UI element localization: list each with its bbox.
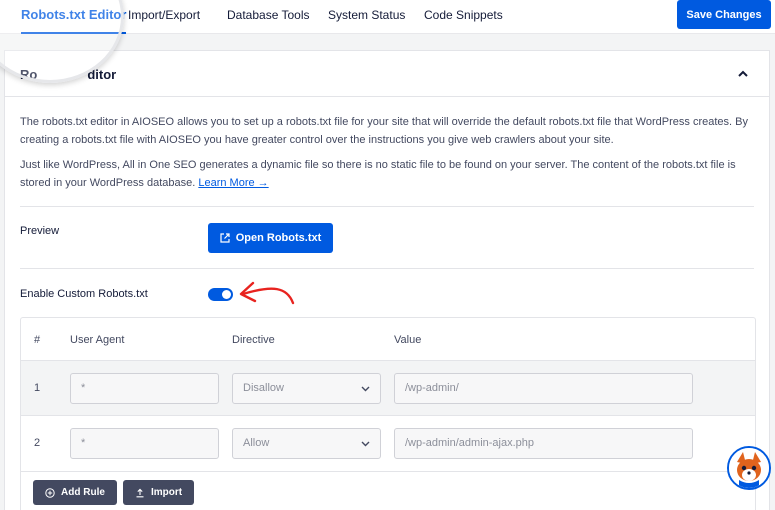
add-rule-label: Add Rule xyxy=(61,487,105,498)
upload-icon xyxy=(136,488,144,497)
tab-database-tools[interactable]: Database Tools xyxy=(227,0,310,34)
divider xyxy=(20,206,754,207)
column-header-directive: Directive xyxy=(232,334,275,346)
top-tab-bar: Robots.txt Editor Import/Export Database… xyxy=(0,0,775,34)
tab-system-status[interactable]: System Status xyxy=(328,0,405,34)
robots-editor-card: Ro ditor The robots.txt editor in AIOSEO … xyxy=(4,50,770,510)
tab-robots-txt-editor[interactable]: Robots.txt Editor xyxy=(21,0,127,34)
open-robots-txt-label: Open Robots.txt xyxy=(235,232,322,244)
annotation-arrow-icon xyxy=(239,281,295,305)
card-title-start: Ro xyxy=(20,67,38,82)
tab-code-snippets[interactable]: Code Snippets xyxy=(424,0,503,34)
open-robots-txt-button[interactable]: Open Robots.txt xyxy=(208,223,333,253)
plus-circle-icon xyxy=(45,487,55,498)
toggle-knob xyxy=(222,290,231,299)
enable-custom-robots-toggle[interactable] xyxy=(208,288,233,301)
directive-value: Allow xyxy=(243,437,270,449)
directive-select[interactable]: Allow xyxy=(232,428,381,459)
external-link-icon xyxy=(220,233,230,243)
column-header-value: Value xyxy=(394,334,422,346)
enable-custom-robots-label: Enable Custom Robots.txt xyxy=(20,288,148,300)
add-rule-button[interactable]: Add Rule xyxy=(33,480,117,505)
chevron-up-icon[interactable] xyxy=(737,68,749,80)
import-label: Import xyxy=(150,487,183,498)
user-agent-input[interactable]: * xyxy=(70,428,219,459)
save-changes-button[interactable]: Save Changes xyxy=(677,0,771,29)
preview-label: Preview xyxy=(20,225,60,237)
import-button[interactable]: Import xyxy=(123,480,194,505)
row-number: 1 xyxy=(34,382,41,394)
table-row: 2 * Allow /wp-admin/admin-ajax.php xyxy=(21,416,755,472)
column-header-number: # xyxy=(34,334,41,346)
description-paragraph-1: The robots.txt editor in AIOSEO allows y… xyxy=(20,116,748,146)
value-input[interactable]: /wp-admin/ xyxy=(394,373,693,404)
mascot-icon xyxy=(729,448,769,488)
row-number: 2 xyxy=(34,437,41,449)
learn-more-link[interactable]: Learn More → xyxy=(198,177,268,189)
chevron-down-icon xyxy=(361,386,370,392)
tab-import-export[interactable]: Import/Export xyxy=(128,0,200,34)
help-mascot-icon[interactable] xyxy=(727,446,771,490)
card-title: Ro ditor xyxy=(20,67,116,82)
card-title-end: ditor xyxy=(87,67,117,82)
table-row: 1 * Disallow /wp-admin/ xyxy=(21,360,755,416)
divider xyxy=(20,268,754,269)
value-input[interactable]: /wp-admin/admin-ajax.php xyxy=(394,428,693,459)
card-header[interactable]: Ro ditor xyxy=(5,51,769,97)
directive-value: Disallow xyxy=(243,382,284,394)
description-paragraph-2-text: Just like WordPress, All in One SEO gene… xyxy=(20,159,736,189)
description-paragraph-2: Just like WordPress, All in One SEO gene… xyxy=(20,156,760,192)
chevron-down-icon xyxy=(361,441,370,447)
directive-select[interactable]: Disallow xyxy=(232,373,381,404)
user-agent-input[interactable]: * xyxy=(70,373,219,404)
column-header-user-agent: User Agent xyxy=(70,334,125,346)
